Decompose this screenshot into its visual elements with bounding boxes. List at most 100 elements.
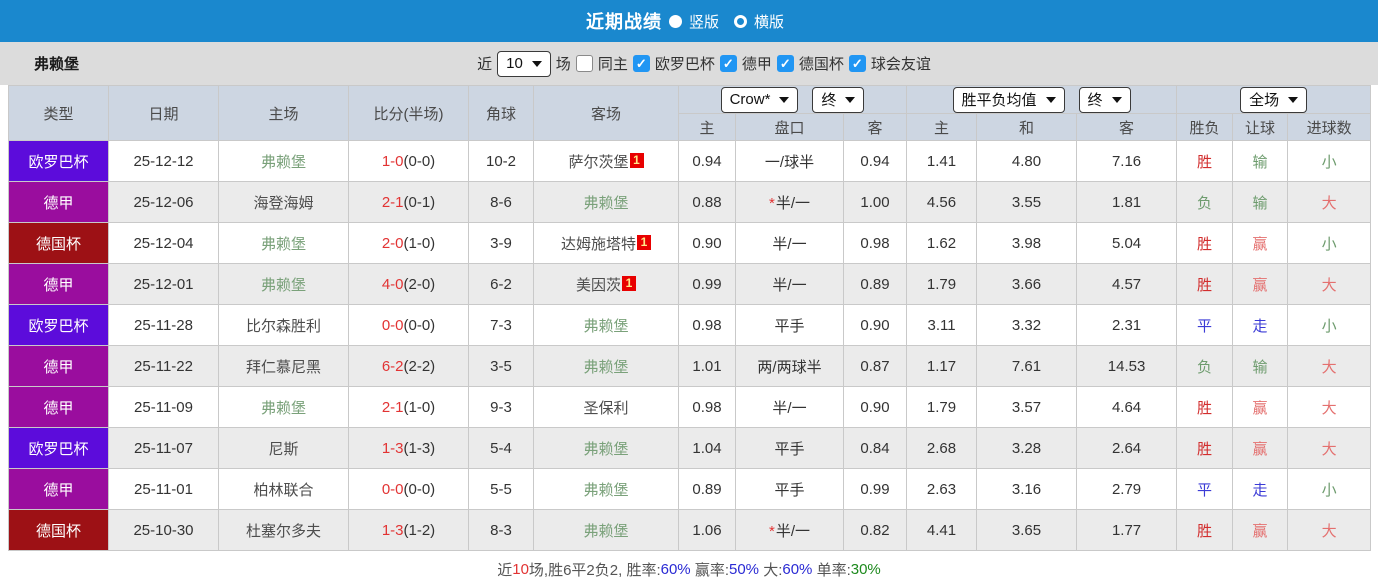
corner-cell: 6-2 bbox=[468, 263, 534, 305]
handicap-result-cell: 赢 bbox=[1232, 263, 1289, 305]
avg-away-cell: 4.57 bbox=[1076, 263, 1178, 305]
team-name: 弗赖堡 bbox=[260, 399, 306, 417]
competition-checkbox-friendly[interactable] bbox=[848, 55, 866, 72]
away-team-cell: 弗赖堡 bbox=[533, 468, 679, 510]
chevron-down-icon bbox=[779, 96, 790, 103]
corner-cell: 3-9 bbox=[468, 222, 534, 264]
halftime-score: (1-2) bbox=[403, 521, 436, 539]
chevron-down-icon bbox=[1111, 96, 1122, 103]
away-team-cell: 达姆施塔特 1 bbox=[533, 222, 679, 264]
halftime-score: (1-0) bbox=[403, 398, 436, 416]
chevron-down-icon bbox=[1288, 96, 1299, 103]
corner-cell: 5-4 bbox=[468, 427, 534, 469]
home-odds-cell: 0.89 bbox=[678, 468, 736, 510]
layout-radio-vertical-icon[interactable] bbox=[668, 14, 682, 28]
avg-period-value: 终 bbox=[1087, 92, 1103, 109]
away-odds-cell: 0.84 bbox=[842, 427, 908, 469]
score-cell: 2-1(1-0) bbox=[348, 386, 469, 428]
home-odds-cell: 1.04 bbox=[678, 427, 736, 469]
summary-segment: 赢率: bbox=[690, 562, 729, 579]
score-cell: 6-2(2-2) bbox=[348, 345, 469, 387]
away-team-cell: 弗赖堡 bbox=[533, 509, 679, 551]
home-team-cell: 比尔森胜利 bbox=[218, 304, 349, 346]
subheader-odds-away: 客 bbox=[842, 113, 908, 141]
avg-source-value: 胜平负均值 bbox=[961, 92, 1037, 109]
team-name: 弗赖堡 bbox=[260, 235, 306, 253]
date-cell: 25-12-04 bbox=[108, 222, 219, 264]
type-cell: 德甲 bbox=[8, 386, 109, 428]
result-cell: 胜 bbox=[1176, 427, 1234, 469]
scope-group-header: 全场 bbox=[1176, 85, 1372, 114]
chevron-down-icon bbox=[845, 96, 856, 103]
layout-radio-horizontal-icon[interactable] bbox=[734, 14, 747, 28]
away-odds-cell: 0.90 bbox=[842, 304, 908, 346]
page-title: 近期战绩 bbox=[585, 12, 662, 32]
avg-home-cell: 4.41 bbox=[906, 509, 978, 551]
date-cell: 25-11-01 bbox=[108, 468, 219, 510]
away-odds-cell: 1.00 bbox=[842, 181, 908, 223]
team-name: 弗赖堡 bbox=[260, 153, 306, 171]
goals-cell: 大 bbox=[1287, 345, 1372, 387]
team-name: 柏林联合 bbox=[253, 481, 314, 499]
home-team-cell: 尼斯 bbox=[218, 427, 349, 469]
layout-radio-vertical-label[interactable]: 竖版 bbox=[689, 11, 719, 32]
star-icon: * bbox=[768, 522, 775, 540]
avg-away-cell: 2.64 bbox=[1076, 427, 1178, 469]
score-cell: 1-3(1-2) bbox=[348, 509, 469, 551]
avg-home-cell: 1.62 bbox=[906, 222, 978, 264]
halftime-score: (1-0) bbox=[403, 234, 436, 252]
date-cell: 25-12-12 bbox=[108, 140, 219, 182]
score-cell: 2-1(0-1) bbox=[348, 181, 469, 223]
scope-select[interactable]: 全场 bbox=[1240, 86, 1308, 113]
avg-draw-cell: 4.80 bbox=[976, 140, 1078, 182]
fulltime-score: 1-0 bbox=[381, 152, 404, 170]
table-row: 德甲 25-12-01 弗赖堡 4-0(2-0) 6-2 美因茨 1 0.99 半/一 0.89 1… bbox=[8, 263, 1372, 305]
odds-source-select[interactable]: Crow* bbox=[720, 86, 799, 113]
handicap-cell: 平手 bbox=[735, 304, 844, 346]
avg-home-cell: 1.79 bbox=[906, 386, 978, 428]
halftime-score: (0-0) bbox=[403, 480, 436, 498]
result-cell: 平 bbox=[1176, 304, 1234, 346]
fulltime-score: 6-2 bbox=[381, 357, 404, 375]
goals-cell: 小 bbox=[1287, 468, 1372, 510]
competition-checkbox-dfb-pokal[interactable] bbox=[776, 55, 794, 72]
summary-line: 近 10 场,胜6平2负2, 胜率: 60% 赢率: 50% 大: 60% 单率: 30% bbox=[0, 551, 1378, 588]
avg-period-select[interactable]: 终 bbox=[1078, 86, 1131, 113]
recent-count-select[interactable]: 10 bbox=[497, 50, 551, 77]
home-team-cell: 弗赖堡 bbox=[218, 222, 349, 264]
table-row: 德甲 25-11-22 拜仁慕尼黑 6-2(2-2) 3-5 弗赖堡 1.01 两/两球半 0.… bbox=[8, 345, 1372, 387]
red-card-badge: 1 bbox=[637, 234, 651, 250]
home-team-cell: 杜塞尔多夫 bbox=[218, 509, 349, 551]
odds-source-value: Crow* bbox=[729, 91, 771, 108]
avg-away-cell: 5.04 bbox=[1076, 222, 1178, 264]
away-team-cell: 弗赖堡 bbox=[533, 181, 679, 223]
home-odds-cell: 0.98 bbox=[678, 386, 736, 428]
layout-radio-horizontal-label[interactable]: 横版 bbox=[754, 11, 784, 32]
competition-label-bundesliga: 德甲 bbox=[741, 56, 772, 73]
avg-draw-cell: 3.66 bbox=[976, 263, 1078, 305]
same-home-checkbox[interactable] bbox=[575, 55, 593, 72]
type-cell: 德国杯 bbox=[8, 222, 109, 264]
halftime-score: (0-0) bbox=[403, 316, 436, 334]
fulltime-score: 0-0 bbox=[381, 480, 404, 498]
odds-period-select[interactable]: 终 bbox=[812, 86, 865, 113]
away-odds-cell: 0.82 bbox=[842, 509, 908, 551]
competition-checkbox-bundesliga[interactable] bbox=[719, 55, 737, 72]
home-team-cell: 拜仁慕尼黑 bbox=[218, 345, 349, 387]
title-bar: 近期战绩 竖版 横版 bbox=[0, 0, 1378, 42]
result-cell: 胜 bbox=[1176, 263, 1234, 305]
handicap-result-cell: 赢 bbox=[1232, 222, 1289, 264]
corner-cell: 3-5 bbox=[468, 345, 534, 387]
filter-controls: 近 10 场 同主 欧罗巴杯 德甲 德国杯 球会友谊 bbox=[477, 50, 931, 77]
handicap-result-cell: 赢 bbox=[1232, 427, 1289, 469]
home-team-cell: 柏林联合 bbox=[218, 468, 349, 510]
matches-label: 场 bbox=[555, 56, 571, 73]
recent-count-value: 10 bbox=[506, 55, 523, 72]
avg-source-select[interactable]: 胜平负均值 bbox=[952, 86, 1065, 113]
team-name: 弗赖堡 bbox=[583, 194, 629, 212]
date-cell: 25-12-06 bbox=[108, 181, 219, 223]
home-odds-cell: 0.88 bbox=[678, 181, 736, 223]
score-cell: 4-0(2-0) bbox=[348, 263, 469, 305]
corner-cell: 9-3 bbox=[468, 386, 534, 428]
competition-checkbox-europa[interactable] bbox=[632, 55, 650, 72]
